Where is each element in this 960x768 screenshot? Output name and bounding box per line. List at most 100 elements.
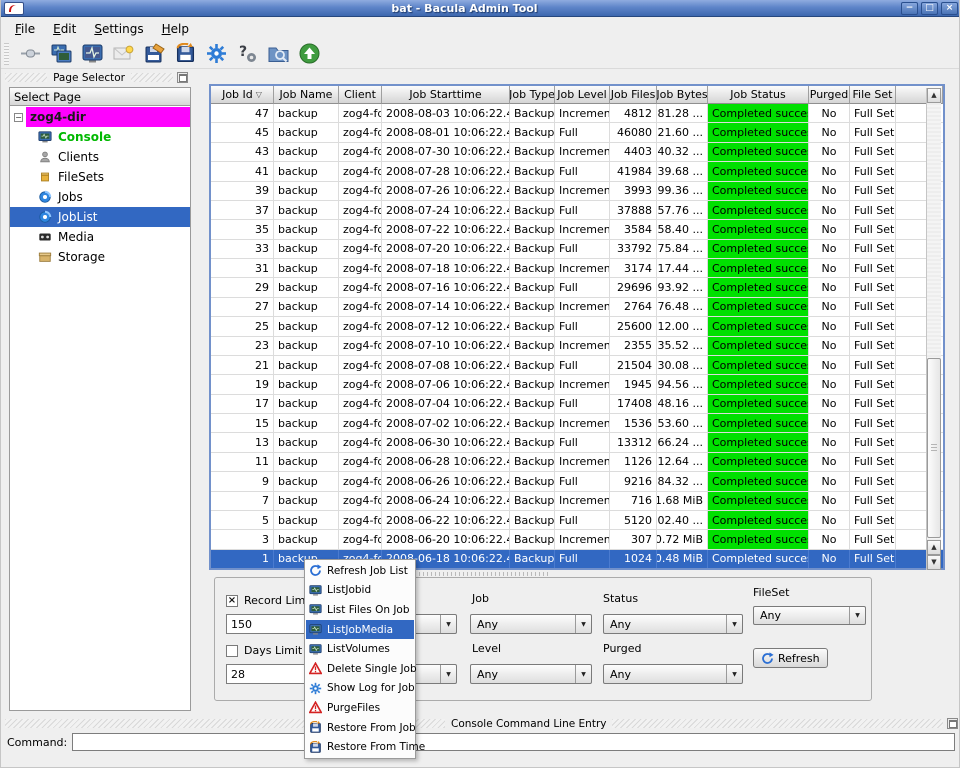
sidebar-item-storage[interactable]: Storage bbox=[10, 247, 190, 267]
job-row-9[interactable]: 9backupzog4-fd2008-06-26 10:06:22.400158… bbox=[211, 472, 943, 492]
estimate-toolbar-button[interactable]: ? bbox=[234, 41, 260, 67]
console-window-toolbar-button[interactable] bbox=[48, 41, 74, 67]
column-header-job-status[interactable]: Job Status bbox=[708, 86, 809, 104]
column-header-file-set[interactable]: File Set bbox=[850, 86, 896, 104]
menu-item-show-log-for-job[interactable]: Show Log for Job bbox=[306, 679, 415, 699]
job-combo[interactable]: Any ▼ bbox=[470, 614, 592, 634]
job-row-7[interactable]: 7backupzog4-fd2008-06-24 10:06:22.400158… bbox=[211, 491, 943, 511]
menu-item-refresh-job-list[interactable]: Refresh Job List bbox=[306, 561, 414, 581]
connect-toolbar-button[interactable] bbox=[17, 41, 43, 67]
menu-item-delete-single-job[interactable]: Delete Single Job bbox=[306, 659, 417, 679]
job-row-33[interactable]: 33backupzog4-fd2008-07-20 10:06:22.40015… bbox=[211, 239, 943, 259]
job-row-15[interactable]: 15backupzog4-fd2008-07-02 10:06:22.40015… bbox=[211, 414, 943, 434]
scroll-up-button[interactable]: ▲ bbox=[927, 88, 941, 103]
menu-item-restore-from-time[interactable]: Restore From Time bbox=[306, 737, 425, 757]
cell: 593.92 ... bbox=[657, 278, 708, 297]
joblist-monitor-toolbar-button[interactable] bbox=[79, 41, 105, 67]
purged-combo[interactable]: Any ▼ bbox=[603, 664, 743, 684]
menu-edit[interactable]: Edit bbox=[45, 20, 84, 38]
dock-float-button[interactable] bbox=[177, 72, 189, 83]
scroll-down-button[interactable]: ▼ bbox=[927, 555, 941, 570]
dock-float-button[interactable] bbox=[947, 718, 958, 729]
run-job-toolbar-button[interactable] bbox=[141, 41, 167, 67]
job-row-39[interactable]: 39backupzog4-fd2008-07-26 10:06:22.40015… bbox=[211, 181, 943, 201]
cell: zog4-fd bbox=[339, 355, 382, 375]
menu-file[interactable]: File bbox=[7, 20, 43, 38]
job-row-21[interactable]: 21backupzog4-fd2008-07-08 10:06:22.40015… bbox=[211, 355, 943, 376]
status-combo[interactable]: Any ▼ bbox=[603, 614, 743, 634]
restore-icon bbox=[309, 721, 322, 734]
label-toolbar-button[interactable] bbox=[110, 41, 136, 67]
record-limit-checkbox[interactable]: × bbox=[226, 595, 238, 607]
menu-item-listvolumes[interactable]: ListVolumes bbox=[306, 639, 414, 659]
titlebar[interactable]: bat - Bacula Admin Tool − □ × bbox=[1, 0, 959, 17]
column-header-job-name[interactable]: Job Name bbox=[274, 86, 339, 104]
column-header-job-id[interactable]: Job Id ▽ bbox=[211, 86, 274, 104]
level-combo[interactable]: Any ▼ bbox=[470, 664, 592, 684]
browse-toolbar-button[interactable] bbox=[265, 41, 291, 67]
job-row-25[interactable]: 25backupzog4-fd2008-07-12 10:06:22.40015… bbox=[211, 317, 943, 337]
cell: 2008-07-16 10:06:22.400158 bbox=[382, 278, 510, 297]
sidebar-item-joblist[interactable]: JobList bbox=[10, 207, 190, 227]
scroll-up-button[interactable]: ▲ bbox=[927, 540, 941, 555]
job-row-41[interactable]: 41backupzog4-fd2008-07-28 10:06:22.40015… bbox=[211, 162, 943, 182]
job-row-13[interactable]: 13backupzog4-fd2008-06-30 10:06:22.40015… bbox=[211, 433, 943, 453]
job-row-11[interactable]: 11backupzog4-fd2008-06-28 10:06:22.40015… bbox=[211, 452, 943, 473]
column-header-job-starttime[interactable]: Job Starttime bbox=[382, 86, 510, 104]
column-header-job-bytes[interactable]: Job Bytes bbox=[657, 86, 708, 104]
cell: Full Set bbox=[850, 472, 896, 491]
menu-item-listjobmedia[interactable]: ListJobMedia bbox=[306, 619, 414, 640]
up-toolbar-button[interactable] bbox=[296, 41, 322, 67]
vertical-scrollbar[interactable]: ▲ ▲ ▼ bbox=[926, 88, 941, 570]
column-header-job-level[interactable]: Job Level bbox=[555, 86, 610, 104]
command-input[interactable] bbox=[72, 733, 955, 751]
sidebar-item-filesets[interactable]: FileSets bbox=[10, 167, 190, 187]
restore-toolbar-button[interactable] bbox=[172, 41, 198, 67]
cell: Full Set bbox=[850, 414, 896, 433]
close-button[interactable]: × bbox=[941, 1, 958, 15]
job-row-3[interactable]: 3backupzog4-fd2008-06-20 10:06:22.400158… bbox=[211, 530, 943, 550]
job-row-29[interactable]: 29backupzog4-fd2008-07-16 10:06:22.40015… bbox=[211, 278, 943, 298]
menu-settings[interactable]: Settings bbox=[86, 20, 151, 38]
menu-help[interactable]: Help bbox=[154, 20, 197, 38]
menu-item-purgefiles[interactable]: PurgeFiles bbox=[306, 698, 414, 718]
menu-item-restore-from-job[interactable]: Restore From Job bbox=[306, 718, 416, 738]
tree-expander[interactable]: − bbox=[14, 112, 23, 122]
minimize-button[interactable]: − bbox=[901, 1, 918, 15]
menu-item-list-files-on-job[interactable]: List Files On Job bbox=[306, 600, 414, 620]
scrollbar-thumb[interactable] bbox=[927, 358, 941, 538]
sidebar-item-clients[interactable]: Clients bbox=[10, 147, 190, 167]
job-row-5[interactable]: 5backupzog4-fd2008-06-22 10:06:22.400158… bbox=[211, 510, 943, 531]
sidebar-item-media[interactable]: Media bbox=[10, 227, 190, 247]
maximize-button[interactable]: □ bbox=[921, 1, 938, 15]
fileset-combo[interactable]: Any ▼ bbox=[753, 606, 866, 625]
sidebar-item-console[interactable]: Console bbox=[10, 127, 190, 147]
job-row-27[interactable]: 27backupzog4-fd2008-07-14 10:06:22.40015… bbox=[211, 297, 943, 318]
cell: 839.68 ... bbox=[657, 162, 708, 181]
column-header-client[interactable]: Client bbox=[339, 86, 382, 104]
cell: Full Set bbox=[850, 297, 896, 317]
job-row-31[interactable]: 31backupzog4-fd2008-07-18 10:06:22.40015… bbox=[211, 259, 943, 279]
scrollbar-track[interactable] bbox=[927, 103, 941, 540]
job-row-37[interactable]: 37backupzog4-fd2008-07-24 10:06:22.40015… bbox=[211, 200, 943, 221]
job-row-23[interactable]: 23backupzog4-fd2008-07-10 10:06:22.40015… bbox=[211, 336, 943, 356]
column-header-job-files[interactable]: Job Files bbox=[610, 86, 657, 104]
job-row-19[interactable]: 19backupzog4-fd2008-07-06 10:06:22.40015… bbox=[211, 375, 943, 395]
cell: 13312 bbox=[610, 433, 657, 452]
days-limit-checkbox[interactable] bbox=[226, 645, 238, 657]
sidebar-item-zog4-dir[interactable]: − zog4-dir bbox=[10, 107, 190, 127]
job-row-45[interactable]: 45backupzog4-fd2008-08-01 10:06:22.40015… bbox=[211, 123, 943, 143]
job-row-43[interactable]: 43backupzog4-fd2008-07-30 10:06:22.40015… bbox=[211, 142, 943, 163]
job-row-47[interactable]: 47backupzog4-fd2008-08-03 10:06:22.40015… bbox=[211, 104, 943, 124]
run-gear-toolbar-button[interactable] bbox=[203, 41, 229, 67]
cell: Full bbox=[555, 472, 610, 491]
column-header-purged[interactable]: Purged bbox=[809, 86, 850, 104]
menu-item-listjobid[interactable]: ListJobid bbox=[306, 581, 414, 601]
cell: Completed successfully bbox=[708, 530, 809, 549]
sidebar-item-jobs[interactable]: Jobs bbox=[10, 187, 190, 207]
column-header-job-type[interactable]: Job Type bbox=[510, 86, 555, 104]
toolbar-handle[interactable] bbox=[4, 42, 9, 65]
job-row-35[interactable]: 35backupzog4-fd2008-07-22 10:06:22.40015… bbox=[211, 220, 943, 240]
refresh-button[interactable]: Refresh bbox=[753, 648, 828, 668]
job-row-17[interactable]: 17backupzog4-fd2008-07-04 10:06:22.40015… bbox=[211, 394, 943, 414]
